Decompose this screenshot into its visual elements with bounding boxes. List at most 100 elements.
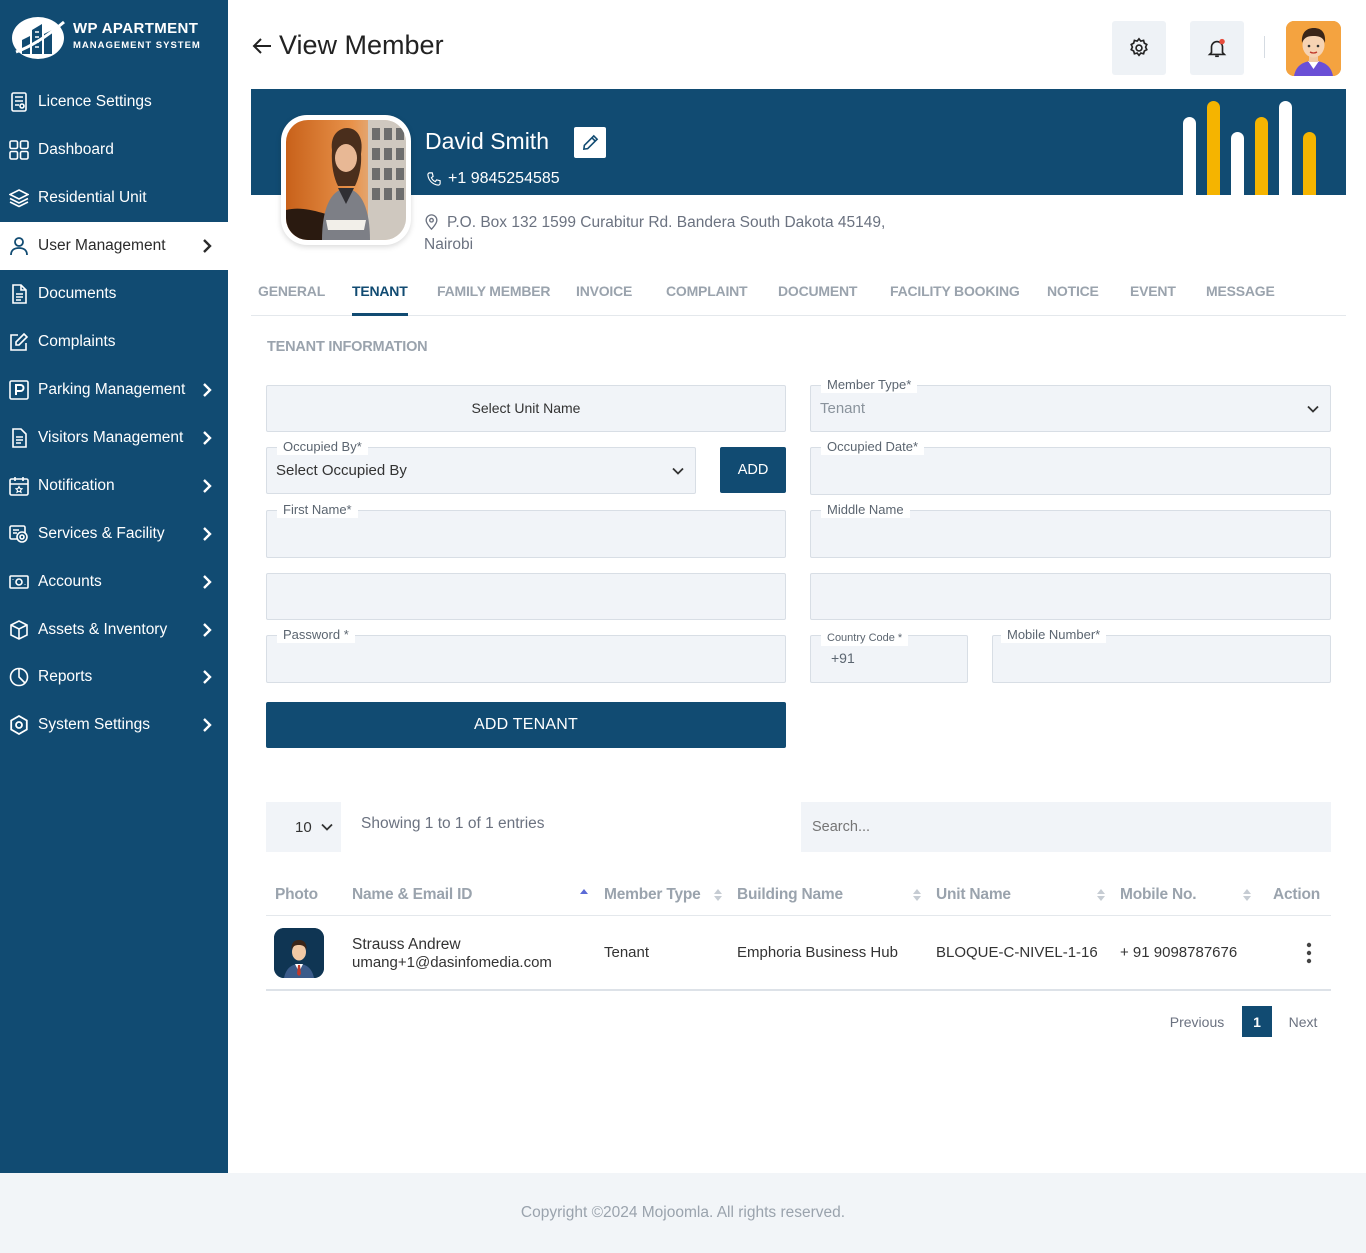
brand-logo[interactable]: WP APARTMENT MANAGEMENT SYSTEM [12,14,222,62]
unit-name-select[interactable]: Select Unit Name [266,385,786,432]
sidebar-item-complaints[interactable]: Complaints [0,318,228,366]
edit-icon [9,332,29,352]
tab-family-member[interactable]: FAMILY MEMBER [437,283,551,299]
row-unit-name: BLOQUE-C-NIVEL-1-16 [936,944,1098,961]
middle-name-input[interactable]: Middle Name [810,502,1331,558]
tab-facility-booking[interactable]: FACILITY BOOKING [890,283,1020,299]
occupied-by-select[interactable]: Occupied By* Select Occupied By [266,439,696,494]
dashboard-icon [9,140,29,160]
edit-member-button[interactable] [574,127,606,158]
sidebar-item-user-management[interactable]: User Management [0,222,228,270]
occupied-date-input[interactable]: Occupied Date* [810,439,1331,495]
bell-icon [1207,38,1227,58]
user-avatar[interactable] [1286,21,1341,76]
profile-banner [251,89,1346,195]
sidebar-item-dashboard[interactable]: Dashboard [0,126,228,174]
pagination-previous[interactable]: Previous [1162,1006,1232,1037]
chevron-right-icon [203,670,212,684]
member-type-label: Member Type* [821,377,918,393]
pagination-page-1[interactable]: 1 [1242,1006,1272,1037]
sidebar-item-services-facility[interactable]: Services & Facility [0,510,228,558]
country-code-label: Country Code * [821,630,909,646]
arrow-left-icon[interactable] [251,35,273,57]
add-occupant-button[interactable]: ADD [720,447,786,493]
tab-event[interactable]: EVENT [1130,283,1176,299]
settings-button[interactable] [1112,21,1166,75]
brand-subtitle: MANAGEMENT SYSTEM [73,40,201,51]
tab-document[interactable]: DOCUMENT [778,283,857,299]
chevron-down-icon [672,467,684,475]
table-info: Showing 1 to 1 of 1 entries [361,815,545,832]
pagination-next[interactable]: Next [1280,1006,1326,1037]
sidebar-item-parking-management[interactable]: Parking Management [0,366,228,414]
member-type-value: Tenant [820,400,866,417]
sidebar-item-documents[interactable]: Documents [0,270,228,318]
row-avatar [274,928,324,978]
tab-tenant[interactable]: TENANT [352,283,408,316]
member-phone: +1 9845254585 [427,170,560,188]
row-email: umang+1@dasinfomedia.com [352,954,552,971]
column-mobile-no[interactable]: Mobile No. [1120,886,1197,904]
document-icon [9,284,29,304]
sidebar-item-residential-unit[interactable]: Residential Unit [0,174,228,222]
sidebar-item-reports[interactable]: Reports [0,653,228,701]
country-code-input[interactable]: Country Code * +91 [810,630,968,683]
parking-icon [9,380,29,400]
sidebar-item-licence-settings[interactable]: Licence Settings [0,78,228,126]
sidebar-item-assets-inventory[interactable]: Assets & Inventory [0,606,228,653]
sidebar-item-system-settings[interactable]: System Settings [0,701,228,749]
member-photo-image [286,120,406,240]
member-address-text: P.O. Box 132 1599 Curabitur Rd. Bandera … [424,214,886,253]
sidebar-item-notification[interactable]: Notification [0,462,228,510]
page-length-select[interactable]: 10 [266,802,341,852]
chevron-right-icon [203,718,212,732]
sidebar-item-label: Dashboard [38,141,114,158]
password-input[interactable]: Password * [266,627,786,683]
add-tenant-button[interactable]: ADD TENANT [266,702,786,748]
column-unit-name[interactable]: Unit Name [936,886,1011,904]
occupied-by-value: Select Occupied By [276,462,407,479]
row-avatar-illustration [274,928,324,978]
more-vertical-icon[interactable] [1306,942,1312,964]
tab-message[interactable]: MESSAGE [1206,283,1275,299]
sidebar-item-label: User Management [38,237,166,254]
sidebar-item-accounts[interactable]: Accounts [0,558,228,606]
sort-icon[interactable] [714,888,722,902]
sort-icon[interactable] [1097,888,1105,902]
tab-notice[interactable]: NOTICE [1047,283,1099,299]
column-building-name[interactable]: Building Name [737,886,843,904]
sidebar-item-visitors-management[interactable]: Visitors Management [0,414,228,462]
mobile-number-label: Mobile Number* [1001,627,1107,643]
mobile-number-input[interactable]: Mobile Number* [992,627,1331,683]
user-avatar-illustration [1286,21,1341,76]
column-member-type[interactable]: Member Type [604,886,701,904]
notification-button[interactable] [1190,21,1244,75]
brand-title: WP APARTMENT [73,20,199,37]
tab-general[interactable]: GENERAL [258,283,325,299]
chevron-right-icon [203,527,212,541]
unlabeled-input-right[interactable] [810,573,1331,620]
services-icon [9,524,29,544]
sidebar-item-label: Notification [38,477,115,494]
sort-asc-icon[interactable] [580,888,588,902]
gear-icon [1130,37,1148,57]
tab-invoice[interactable]: INVOICE [576,283,632,299]
unlabeled-input-left[interactable] [266,573,786,620]
first-name-input[interactable]: First Name* [266,502,786,558]
column-name-email[interactable]: Name & Email ID [352,886,472,904]
sort-icon[interactable] [913,888,921,902]
tab-complaint[interactable]: COMPLAINT [666,283,748,299]
page-title-text: View Member [279,30,444,60]
occupied-date-label: Occupied Date* [821,439,925,455]
table-row[interactable]: Strauss Andrew umang+1@dasinfomedia.com … [266,916,1331,991]
pie-chart-icon [9,667,29,687]
decor-bar [1207,101,1220,195]
member-tabs: GENERAL TENANT FAMILY MEMBER INVOICE COM… [251,270,1346,316]
first-name-label: First Name* [277,502,358,518]
member-type-select[interactable]: Member Type* Tenant [810,377,1331,432]
table-search-input[interactable] [801,802,1331,852]
sort-icon[interactable] [1243,888,1251,902]
member-name: David Smith [425,128,549,154]
box-icon [9,619,29,640]
sidebar-item-label: Complaints [38,333,116,350]
